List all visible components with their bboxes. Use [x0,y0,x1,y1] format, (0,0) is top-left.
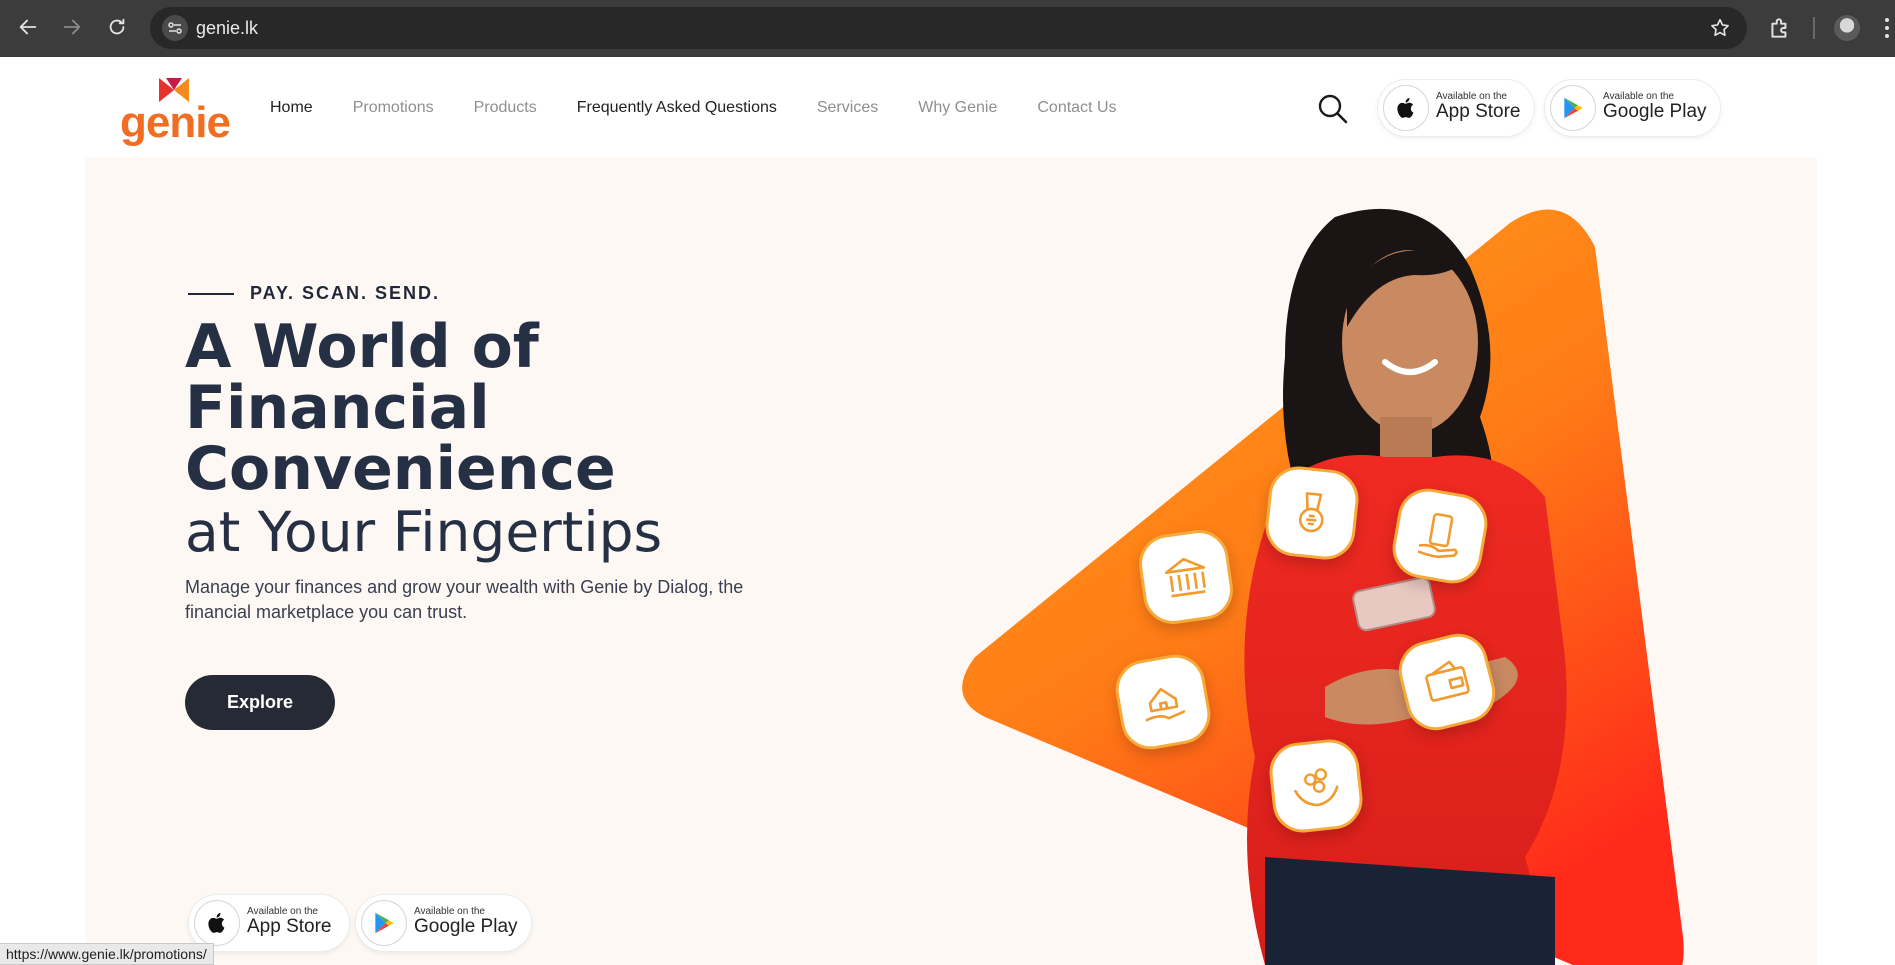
main-nav: Home Promotions Products Frequently Aske… [270,99,1157,117]
header-app-store-button[interactable]: Available on the App Store [1378,80,1534,136]
medal-icon [1298,492,1324,533]
kebab-menu-icon[interactable] [1882,16,1892,40]
browser-toolbar: genie.lk [0,0,1895,57]
status-bar-url: https://www.genie.lk/promotions/ [0,943,214,965]
reload-button[interactable] [102,12,132,42]
nav-home[interactable]: Home [270,99,313,117]
bank-icon [1164,557,1206,598]
google-play-icon [361,900,407,946]
genie-logo[interactable]: genie [120,75,231,147]
savings-feature-badge [1266,736,1366,836]
url-text: genie.lk [196,18,259,38]
nav-promotions[interactable]: Promotions [353,99,434,117]
header-google-play-button[interactable]: Available on the Google Play [1545,80,1720,136]
logo-wordmark: genie [120,98,231,147]
apple-icon [194,900,240,946]
nav-why-genie[interactable]: Why Genie [918,99,997,117]
house-in-hand-icon [1145,687,1186,722]
forward-button[interactable] [57,12,87,42]
hero-illustration [962,208,1684,965]
wallet-card-icon [1425,660,1470,702]
arrow-left-icon [19,19,37,35]
profile-avatar[interactable] [1834,15,1860,41]
google-play-icon [1550,85,1596,131]
nav-contact-us[interactable]: Contact Us [1037,99,1116,117]
nav-faq[interactable]: Frequently Asked Questions [577,99,777,117]
search-icon[interactable] [1317,93,1349,125]
apple-icon [1383,85,1429,131]
toolbar-divider [1813,17,1815,39]
medal-feature-badge [1262,463,1362,563]
arrow-right-icon [63,19,81,35]
hero-section: PAY. SCAN. SEND. A World of Financial Co… [85,157,1817,965]
reload-icon [109,18,125,35]
back-button[interactable] [13,12,43,42]
phone-in-hand-icon [1417,512,1458,559]
site-header: genie Home Promotions Products Frequentl… [0,57,1895,157]
bookmark-star-icon[interactable] [1709,17,1731,39]
nav-services[interactable]: Services [817,99,878,117]
coins-in-hands-icon [1294,768,1339,807]
nav-products[interactable]: Products [474,99,537,117]
extensions-icon[interactable] [1767,15,1793,41]
bank-feature-badge [1135,526,1237,628]
site-info-icon[interactable] [162,15,188,41]
hero-google-play-button[interactable]: Available on the Google Play [356,895,531,951]
address-bar[interactable]: genie.lk [150,7,1747,49]
